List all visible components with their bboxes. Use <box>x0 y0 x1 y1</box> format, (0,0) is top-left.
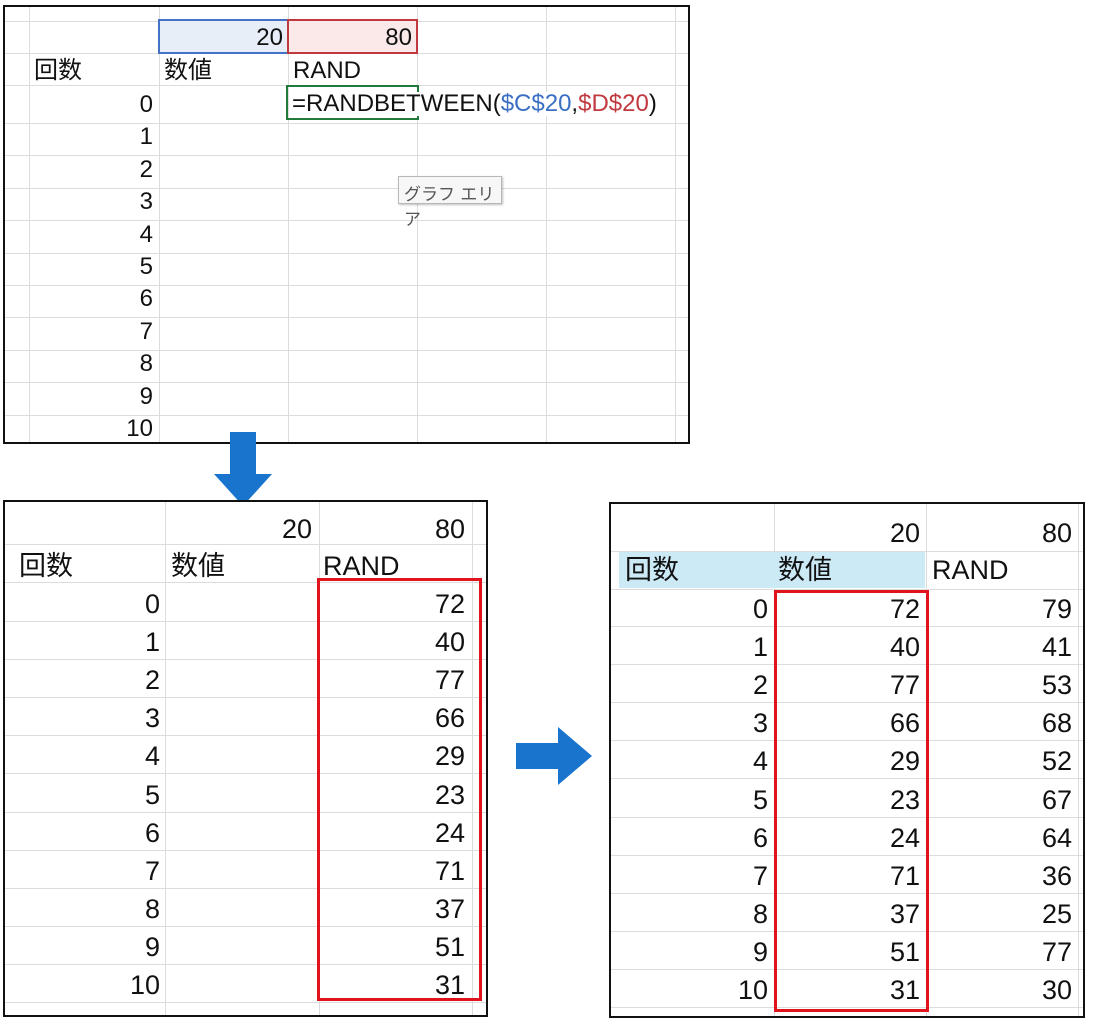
rand-value: 68 <box>1041 708 1072 738</box>
row-number: 9 <box>144 932 160 962</box>
row-number: 8 <box>139 350 153 377</box>
row-number: 10 <box>129 970 160 1000</box>
rand-value: 64 <box>1041 823 1072 853</box>
formula-ref-min: $C$20 <box>500 90 572 117</box>
rand-value: 25 <box>1041 899 1072 929</box>
row-number: 1 <box>752 632 768 662</box>
gridline <box>5 1002 486 1003</box>
row-number: 2 <box>144 665 160 695</box>
spreadsheet-panel-pasted: 20 80 回数 数値 RAND 0 72 79 1 40 41 2 77 53 3 66 68 4 29… <box>609 502 1085 1018</box>
max-value: 80 <box>1041 518 1072 548</box>
row-number: 8 <box>144 894 160 924</box>
max-value: 80 <box>385 24 412 51</box>
header-value: 数値 <box>164 57 212 84</box>
row-number: 7 <box>752 861 768 891</box>
row-number: 3 <box>752 708 768 738</box>
gridline <box>5 544 486 545</box>
pasted-values-highlight <box>774 590 929 1012</box>
gridline <box>5 123 688 124</box>
header-count: 回数 <box>625 555 679 585</box>
row-number: 2 <box>139 156 153 183</box>
formula-ref-max: $D$20 <box>578 90 649 117</box>
rand-value: 77 <box>1041 937 1072 967</box>
header-count: 回数 <box>34 57 82 84</box>
down-arrow-icon <box>214 432 272 506</box>
row-number: 5 <box>144 780 160 810</box>
header-count: 回数 <box>19 551 73 581</box>
formula-suffix: ) <box>648 90 657 117</box>
row-number: 4 <box>139 221 153 248</box>
row-number: 0 <box>144 589 160 619</box>
row-number: 8 <box>752 899 768 929</box>
formula-text[interactable]: =RANDBETWEEN($C$20,$D$20) <box>292 92 661 116</box>
row-number: 4 <box>144 741 160 771</box>
rand-value: 36 <box>1041 861 1072 891</box>
gridline <box>5 220 688 221</box>
row-number: 10 <box>126 415 153 442</box>
row-number: 1 <box>144 627 160 657</box>
row-number: 0 <box>139 91 153 118</box>
row-number: 7 <box>144 856 160 886</box>
rand-value: 41 <box>1041 632 1072 662</box>
rand-value: 67 <box>1041 785 1072 815</box>
formula-prefix: =RANDBETWEEN( <box>292 90 501 117</box>
row-number: 2 <box>752 670 768 700</box>
row-number: 3 <box>139 188 153 215</box>
header-rand: RAND <box>323 551 400 581</box>
spreadsheet-panel-rand: 20 80 回数 数値 RAND 0 72 1 40 2 77 3 66 4 29 5 23 6 24 7 7… <box>3 500 488 1017</box>
row-number: 7 <box>139 318 153 345</box>
row-number: 1 <box>139 123 153 150</box>
gridline <box>5 285 688 286</box>
chart-area-tooltip: グラフ エリア <box>398 176 502 230</box>
row-number: 9 <box>752 937 768 967</box>
row-number: 6 <box>752 823 768 853</box>
header-value: 数値 <box>778 555 832 585</box>
gridline <box>5 415 688 416</box>
row-number: 5 <box>139 253 153 280</box>
rand-values-highlight <box>317 578 482 1001</box>
rand-value: 30 <box>1041 975 1072 1005</box>
gridline <box>5 317 688 318</box>
row-number: 10 <box>737 975 768 1005</box>
min-value: 20 <box>281 514 312 544</box>
rand-value: 79 <box>1041 594 1072 624</box>
row-number: 9 <box>139 383 153 410</box>
gridline <box>5 188 688 189</box>
gridline <box>5 350 688 351</box>
row-number: 5 <box>752 785 768 815</box>
right-arrow-icon <box>516 727 592 785</box>
header-value: 数値 <box>171 551 225 581</box>
max-value: 80 <box>434 514 465 544</box>
spreadsheet-panel-formula: 20 80 回数 数値 RAND =RANDBETWEEN($C$20,$D$2… <box>3 5 690 444</box>
row-number: 4 <box>752 746 768 776</box>
row-number: 6 <box>139 285 153 312</box>
header-rand: RAND <box>932 555 1009 585</box>
rand-value: 52 <box>1041 746 1072 776</box>
row-number: 6 <box>144 818 160 848</box>
header-rand: RAND <box>293 57 362 84</box>
gridline <box>5 382 688 383</box>
min-value: 20 <box>256 24 283 51</box>
row-number: 3 <box>144 703 160 733</box>
min-value: 20 <box>889 518 920 548</box>
row-number: 0 <box>752 594 768 624</box>
rand-value: 53 <box>1041 670 1072 700</box>
gridline <box>5 253 688 254</box>
gridline <box>5 155 688 156</box>
